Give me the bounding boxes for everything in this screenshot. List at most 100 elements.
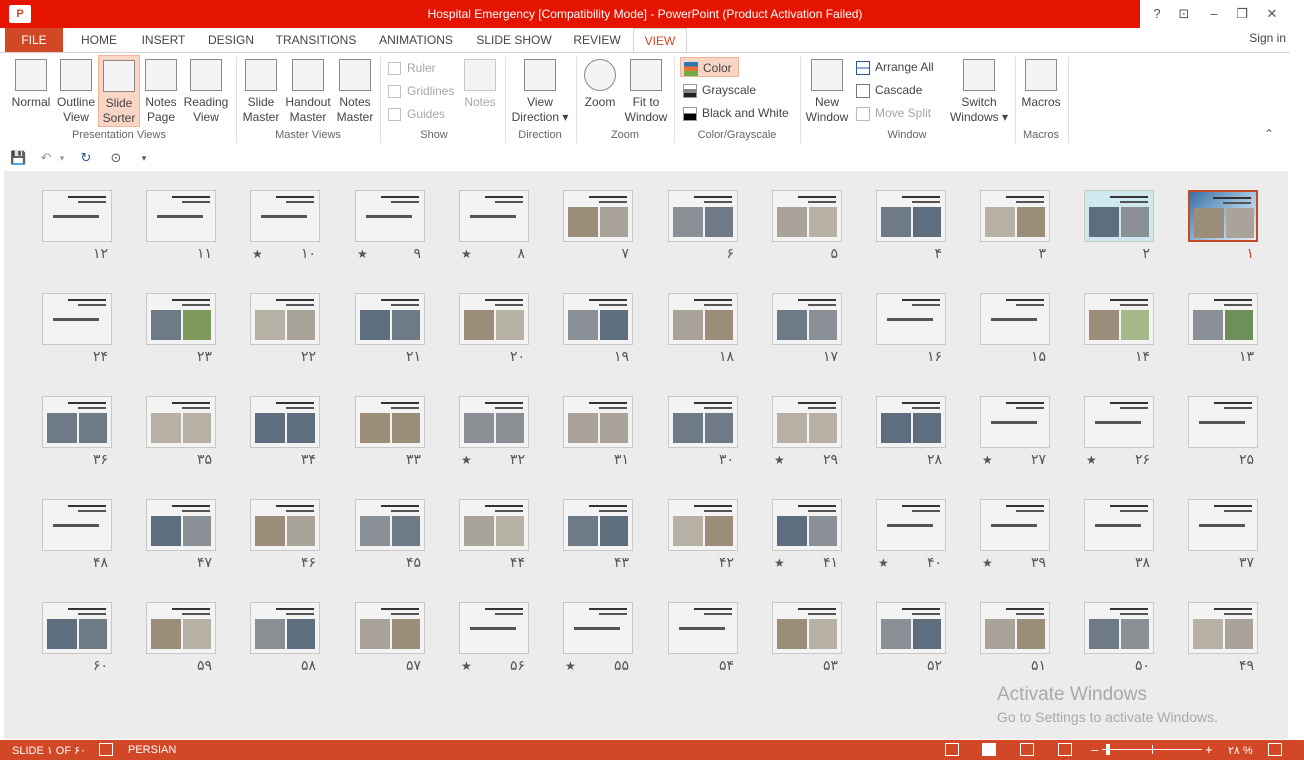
maximize-icon[interactable]: ❐	[1230, 4, 1254, 24]
slide-thumbnail[interactable]	[459, 293, 529, 345]
slide-thumbnail[interactable]	[563, 602, 633, 654]
handout-master-button[interactable]: Handout Master	[283, 55, 333, 127]
slide-thumbnail[interactable]	[146, 396, 216, 448]
fit-slide-icon[interactable]	[1268, 743, 1282, 756]
slide-thumbnail[interactable]	[980, 499, 1050, 551]
slide-thumbnail[interactable]	[1084, 396, 1154, 448]
slide-transition-star-icon[interactable]: ★	[1086, 453, 1097, 467]
minimize-icon[interactable]: –	[1202, 4, 1226, 24]
slide-transition-star-icon[interactable]: ★	[982, 556, 993, 570]
view-direction-button[interactable]: View Direction ▾	[508, 55, 572, 127]
slide-thumbnail[interactable]	[459, 499, 529, 551]
reading-view-button[interactable]: Reading View	[182, 55, 230, 127]
ribbon-display-options-icon[interactable]: ⊡	[1172, 4, 1196, 24]
slide-thumbnail[interactable]	[42, 293, 112, 345]
slide-thumbnail[interactable]	[876, 602, 946, 654]
switch-windows-button[interactable]: Switch Windows ▾	[946, 55, 1012, 127]
slide-thumbnail[interactable]	[355, 602, 425, 654]
color-button[interactable]: Color	[680, 57, 739, 77]
slide-thumbnail[interactable]	[459, 602, 529, 654]
zoom-level[interactable]: ۲۸ %	[1228, 744, 1253, 757]
slide-transition-star-icon[interactable]: ★	[774, 453, 785, 467]
slide-thumbnail[interactable]	[772, 396, 842, 448]
slide-thumbnail[interactable]	[563, 499, 633, 551]
slide-thumbnail[interactable]	[772, 499, 842, 551]
cascade-button[interactable]: Cascade	[856, 80, 922, 100]
slide-thumbnail[interactable]	[42, 499, 112, 551]
zoom-out-button[interactable]: –	[1091, 742, 1098, 757]
slide-thumbnail[interactable]	[42, 602, 112, 654]
slide-thumbnail[interactable]	[876, 396, 946, 448]
arrange-all-button[interactable]: Arrange All	[856, 57, 934, 77]
slide-thumbnail[interactable]	[772, 602, 842, 654]
black-and-white-button[interactable]: Black and White	[683, 103, 789, 123]
slide-thumbnail[interactable]	[1188, 293, 1258, 345]
slide-thumbnail[interactable]	[980, 190, 1050, 242]
notes-toggle-button[interactable]: Notes	[460, 55, 500, 127]
reading-view-status-icon[interactable]	[1020, 743, 1034, 756]
slide-thumbnail[interactable]	[563, 190, 633, 242]
tab-view[interactable]: VIEW	[633, 28, 687, 53]
guides-checkbox[interactable]: Guides	[388, 104, 445, 124]
slide-thumbnail[interactable]	[355, 293, 425, 345]
help-icon[interactable]: ?	[1145, 4, 1169, 24]
slide-thumbnail[interactable]	[668, 499, 738, 551]
tab-review[interactable]: REVIEW	[567, 28, 627, 52]
new-window-button[interactable]: New Window	[803, 55, 851, 127]
zoom-slider-thumb[interactable]	[1106, 744, 1110, 755]
notes-master-button[interactable]: Notes Master	[334, 55, 376, 127]
slide-thumbnail[interactable]	[250, 396, 320, 448]
slide-thumbnail[interactable]	[1188, 499, 1258, 551]
language-indicator[interactable]: PERSIAN	[128, 744, 176, 756]
slide-thumbnail[interactable]	[668, 602, 738, 654]
slideshow-status-icon[interactable]	[1058, 743, 1072, 756]
slide-thumbnail[interactable]	[668, 396, 738, 448]
slide-thumbnail[interactable]	[459, 190, 529, 242]
slide-transition-star-icon[interactable]: ★	[982, 453, 993, 467]
slide-thumbnail[interactable]	[146, 190, 216, 242]
tab-home[interactable]: HOME	[72, 28, 126, 52]
normal-view-status-icon[interactable]	[945, 743, 959, 756]
tab-animations[interactable]: ANIMATIONS	[370, 28, 462, 52]
slide-thumbnail[interactable]	[1084, 602, 1154, 654]
spelling-check-icon[interactable]	[99, 743, 113, 756]
slide-thumbnail[interactable]	[1188, 602, 1258, 654]
fit-to-window-button[interactable]: Fit to Window	[622, 55, 670, 127]
slide-transition-star-icon[interactable]: ★	[774, 556, 785, 570]
tab-slide-show[interactable]: SLIDE SHOW	[470, 28, 558, 52]
slide-sorter-button[interactable]: Slide Sorter	[98, 55, 140, 127]
macros-button[interactable]: Macros	[1018, 55, 1064, 127]
slide-thumbnail[interactable]	[459, 396, 529, 448]
tab-design[interactable]: DESIGN	[200, 28, 262, 52]
zoom-in-button[interactable]: +	[1205, 742, 1213, 757]
slide-thumbnail[interactable]	[1188, 396, 1258, 448]
start-slideshow-icon[interactable]: ⊙	[108, 150, 124, 166]
tab-transitions[interactable]: TRANSITIONS	[270, 28, 362, 52]
slide-transition-star-icon[interactable]: ★	[461, 453, 472, 467]
slide-thumbnail[interactable]	[876, 499, 946, 551]
normal-view-button[interactable]: Normal	[8, 55, 54, 127]
slide-thumbnail[interactable]	[250, 293, 320, 345]
slide-transition-star-icon[interactable]: ★	[357, 247, 368, 261]
slide-transition-star-icon[interactable]: ★	[878, 556, 889, 570]
slide-thumbnail[interactable]	[876, 190, 946, 242]
slide-thumbnail[interactable]	[772, 293, 842, 345]
zoom-button[interactable]: Zoom	[580, 55, 620, 127]
gridlines-checkbox[interactable]: Gridlines	[388, 81, 454, 101]
notes-page-button[interactable]: Notes Page	[141, 55, 181, 127]
outline-view-button[interactable]: Outline View	[54, 55, 98, 127]
slide-thumbnail[interactable]	[42, 190, 112, 242]
slide-thumbnail[interactable]	[876, 293, 946, 345]
slide-thumbnail[interactable]	[563, 293, 633, 345]
collapse-ribbon-icon[interactable]: ⌃	[1264, 127, 1274, 141]
slide-thumbnail[interactable]	[1084, 499, 1154, 551]
slide-thumbnail[interactable]	[563, 396, 633, 448]
slide-thumbnail[interactable]	[1188, 190, 1258, 242]
undo-dropdown-icon[interactable]: ▾	[54, 150, 70, 166]
slide-thumbnail[interactable]	[1084, 293, 1154, 345]
slide-transition-star-icon[interactable]: ★	[461, 659, 472, 673]
slide-master-button[interactable]: Slide Master	[240, 55, 282, 127]
slide-thumbnail[interactable]	[355, 396, 425, 448]
slide-thumbnail[interactable]	[250, 499, 320, 551]
slide-thumbnail[interactable]	[668, 190, 738, 242]
